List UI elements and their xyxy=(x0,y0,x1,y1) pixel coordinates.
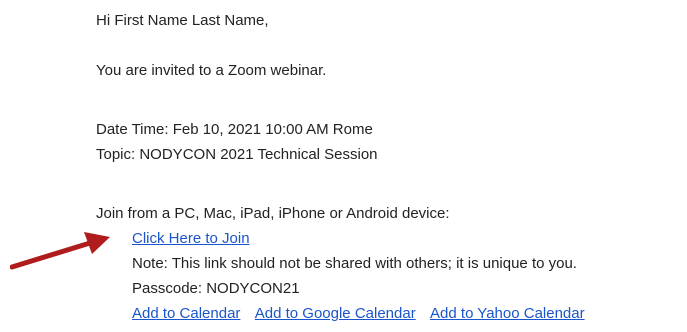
join-prompt-text: Join from a PC, Mac, iPad, iPhone or And… xyxy=(96,205,450,222)
note-text: Note: This link should not be shared wit… xyxy=(132,255,577,272)
calendar-links: Add to Calendar Add to Google Calendar A… xyxy=(132,305,596,323)
add-to-yahoo-calendar-link[interactable]: Add to Yahoo Calendar xyxy=(430,305,585,322)
passcode-text: Passcode: NODYCON21 xyxy=(132,280,300,297)
datetime-text: Date Time: Feb 10, 2021 10:00 AM Rome xyxy=(96,121,373,138)
topic-text: Topic: NODYCON 2021 Technical Session xyxy=(96,146,378,163)
add-to-google-calendar-link[interactable]: Add to Google Calendar xyxy=(255,305,416,322)
invitation-text: You are invited to a Zoom webinar. xyxy=(96,62,327,79)
greeting-text: Hi First Name Last Name, xyxy=(96,12,269,29)
add-to-calendar-link[interactable]: Add to Calendar xyxy=(132,305,240,322)
join-link[interactable]: Click Here to Join xyxy=(132,230,250,247)
red-arrow-icon xyxy=(10,232,110,270)
